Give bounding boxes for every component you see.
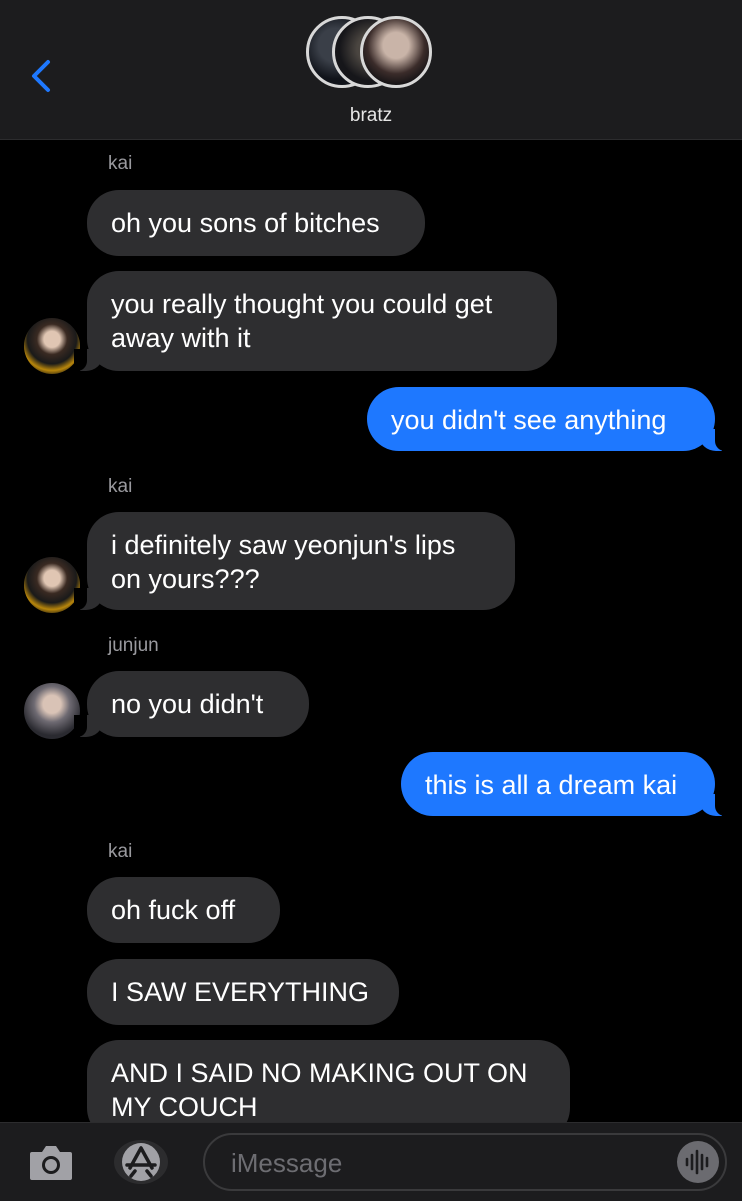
sender-name: kai bbox=[108, 153, 133, 174]
camera-icon[interactable] bbox=[28, 1142, 74, 1182]
conversation-header: bratz bbox=[0, 0, 742, 140]
incoming-message[interactable]: you really thought you could get away wi… bbox=[74, 271, 557, 371]
avatar[interactable] bbox=[24, 683, 80, 739]
back-chevron-icon[interactable] bbox=[26, 56, 58, 96]
incoming-message[interactable]: oh you sons of bitches bbox=[87, 190, 425, 256]
message-input[interactable] bbox=[203, 1133, 727, 1191]
incoming-message[interactable]: I SAW EVERYTHING bbox=[87, 959, 399, 1025]
message-text-field[interactable] bbox=[229, 1143, 653, 1183]
group-member-avatar bbox=[360, 16, 432, 88]
message-text: no you didn't bbox=[111, 689, 264, 719]
compose-bar bbox=[0, 1122, 742, 1201]
message-text: i definitely saw yeonjun's lips on yours… bbox=[111, 530, 456, 594]
sender-name: kai bbox=[108, 841, 133, 862]
group-avatars[interactable] bbox=[306, 16, 438, 92]
avatar[interactable] bbox=[24, 318, 80, 374]
avatar[interactable] bbox=[24, 557, 80, 613]
waveform-icon bbox=[685, 1149, 709, 1175]
incoming-message[interactable]: i definitely saw yeonjun's lips on yours… bbox=[74, 512, 515, 610]
sender-name: junjun bbox=[108, 635, 159, 656]
outgoing-message[interactable]: this is all a dream kai bbox=[401, 752, 728, 816]
message-text: this is all a dream kai bbox=[425, 770, 678, 800]
outgoing-message[interactable]: you didn't see anything bbox=[367, 387, 728, 451]
incoming-message[interactable]: no you didn't bbox=[74, 671, 309, 737]
message-text: you didn't see anything bbox=[391, 405, 667, 435]
sender-name: kai bbox=[108, 476, 133, 497]
incoming-message[interactable]: oh fuck off bbox=[87, 877, 280, 943]
app-store-icon[interactable] bbox=[113, 1139, 169, 1185]
group-name[interactable]: bratz bbox=[0, 105, 742, 127]
message-text: you really thought you could get away wi… bbox=[111, 289, 493, 353]
audio-message-button[interactable] bbox=[677, 1141, 719, 1183]
